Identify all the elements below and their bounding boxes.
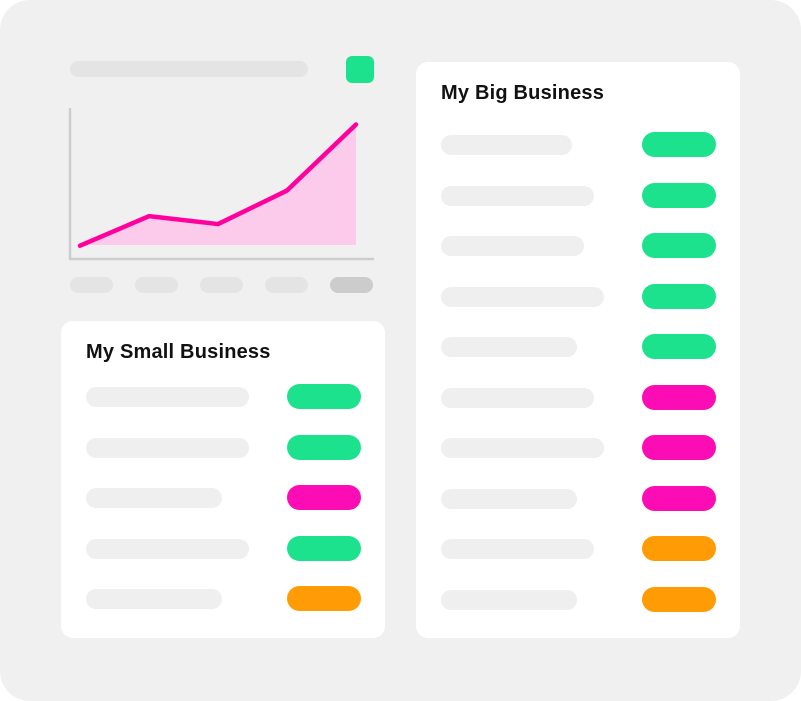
status-pill[interactable] bbox=[287, 586, 361, 611]
x-tick-label bbox=[265, 277, 308, 293]
status-pill[interactable] bbox=[642, 233, 716, 258]
list-item-label bbox=[86, 538, 249, 559]
status-pill[interactable] bbox=[287, 485, 361, 510]
list-item-label bbox=[441, 589, 577, 610]
line-area-chart bbox=[68, 108, 374, 261]
status-pill[interactable] bbox=[642, 283, 716, 309]
x-tick-label bbox=[330, 277, 373, 293]
status-pill[interactable] bbox=[287, 384, 361, 409]
status-pill[interactable] bbox=[642, 435, 716, 460]
status-pill[interactable] bbox=[642, 334, 716, 359]
list-item-label bbox=[86, 488, 222, 508]
x-tick-label bbox=[135, 277, 178, 293]
list-item-label bbox=[441, 286, 604, 307]
chart-panel bbox=[0, 0, 400, 310]
big-business-title: My Big Business bbox=[441, 82, 605, 104]
list-item-label bbox=[441, 539, 594, 559]
status-pill[interactable] bbox=[642, 132, 716, 157]
status-pill[interactable] bbox=[287, 434, 361, 460]
status-pill[interactable] bbox=[642, 485, 716, 511]
list-item-label bbox=[441, 488, 577, 509]
list-item-label bbox=[86, 387, 249, 407]
status-pill[interactable] bbox=[287, 535, 361, 561]
x-tick-label bbox=[200, 277, 243, 293]
list-item-label bbox=[86, 589, 222, 609]
list-item-label bbox=[441, 135, 572, 155]
status-pill[interactable] bbox=[642, 384, 716, 410]
list-item-label bbox=[441, 185, 594, 206]
status-pill[interactable] bbox=[642, 586, 716, 612]
small-business-title: My Small Business bbox=[86, 341, 271, 363]
status-pill[interactable] bbox=[642, 536, 716, 561]
list-item-label bbox=[441, 236, 584, 256]
status-pill[interactable] bbox=[642, 182, 716, 208]
x-tick-label bbox=[70, 277, 113, 293]
list-item-label bbox=[86, 437, 249, 458]
dashboard-frame: My Small Business My Big Business bbox=[0, 0, 801, 701]
list-item-label bbox=[441, 438, 604, 458]
list-item-label bbox=[441, 387, 594, 408]
list-item-label bbox=[441, 337, 577, 357]
small-business-card: My Small Business bbox=[61, 321, 385, 638]
big-business-card: My Big Business bbox=[416, 62, 740, 638]
